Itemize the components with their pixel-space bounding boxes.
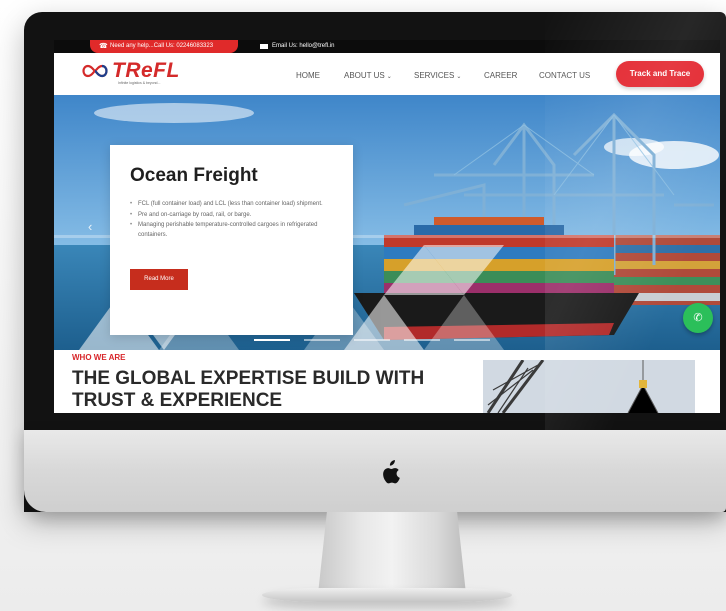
email-text: Email Us: hello@trefl.in bbox=[272, 43, 335, 49]
nav-about-us[interactable]: ABOUT US ⌄ bbox=[344, 71, 392, 80]
monitor-stand bbox=[318, 512, 466, 594]
about-section: WHO WE ARE THE GLOBAL EXPERTISE BUILD WI… bbox=[54, 350, 720, 413]
crane-image bbox=[483, 360, 695, 413]
whatsapp-icon: ✆ bbox=[693, 312, 703, 324]
nav-career-label: CAREER bbox=[484, 71, 518, 80]
hero-slider: ‹ Ocean Freight FCL (full container load… bbox=[54, 95, 720, 350]
nav-about-label: ABOUT US bbox=[344, 71, 385, 80]
monitor-chin bbox=[24, 430, 726, 512]
nav-services-label: SERVICES bbox=[414, 71, 455, 80]
slider-dot[interactable] bbox=[404, 339, 440, 341]
email-contact[interactable]: Email Us: hello@trefl.in bbox=[260, 40, 334, 53]
nav-home-label: HOME bbox=[296, 71, 320, 80]
slide-content-card: Ocean Freight FCL (full container load) … bbox=[110, 145, 353, 335]
whatsapp-button[interactable]: ✆ bbox=[683, 303, 713, 333]
slider-dot[interactable] bbox=[254, 339, 290, 341]
top-info-bar: ☎ Need any help...Call Us: 02246083323 E… bbox=[54, 40, 720, 53]
slider-dot[interactable] bbox=[354, 339, 390, 341]
nav-contact-us[interactable]: CONTACT US bbox=[539, 71, 590, 80]
chevron-down-icon: ⌄ bbox=[386, 74, 392, 80]
main-navbar: TReFL Infinite logistics & beyond... HOM… bbox=[54, 53, 720, 95]
infinity-logo-icon[interactable] bbox=[80, 63, 110, 79]
slider-dot[interactable] bbox=[454, 339, 490, 341]
help-contact-pill[interactable]: ☎ Need any help...Call Us: 02246083323 bbox=[90, 40, 238, 53]
slide-bullet: Pre and on-carriage by road, rail, or ba… bbox=[130, 211, 340, 221]
nav-services[interactable]: SERVICES ⌄ bbox=[414, 71, 461, 80]
brand-tagline: Infinite logistics & beyond... bbox=[118, 81, 161, 85]
slide-bullet: FCL (full container load) and LCL (less … bbox=[130, 200, 340, 210]
brand-logo-text[interactable]: TReFL bbox=[112, 59, 180, 83]
slider-dots bbox=[254, 339, 524, 342]
apple-logo-icon bbox=[383, 460, 400, 484]
monitor-base bbox=[262, 588, 512, 602]
track-and-trace-button[interactable]: Track and Trace bbox=[616, 61, 704, 87]
nav-contact-label: CONTACT US bbox=[539, 71, 591, 80]
mail-icon bbox=[260, 44, 268, 49]
slide-title: Ocean Freight bbox=[130, 165, 258, 186]
chevron-left-icon[interactable]: ‹ bbox=[88, 219, 92, 234]
section-title: THE GLOBAL EXPERTISE BUILD WITH TRUST & … bbox=[72, 368, 425, 411]
slide-bullet-list: FCL (full container load) and LCL (less … bbox=[130, 200, 340, 241]
read-more-button[interactable]: Read More bbox=[130, 269, 188, 290]
section-label: WHO WE ARE bbox=[72, 353, 126, 362]
slide-bullet: Managing perishable temperature-controll… bbox=[130, 221, 340, 240]
nav-career[interactable]: CAREER bbox=[484, 71, 517, 80]
website-screen: ☎ Need any help...Call Us: 02246083323 E… bbox=[54, 40, 720, 413]
chevron-down-icon: ⌄ bbox=[456, 74, 462, 80]
slider-dot[interactable] bbox=[304, 339, 340, 341]
nav-home[interactable]: HOME bbox=[296, 71, 320, 80]
phone-icon: ☎ bbox=[99, 43, 108, 50]
help-text: Need any help...Call Us: 02246083323 bbox=[110, 43, 214, 49]
